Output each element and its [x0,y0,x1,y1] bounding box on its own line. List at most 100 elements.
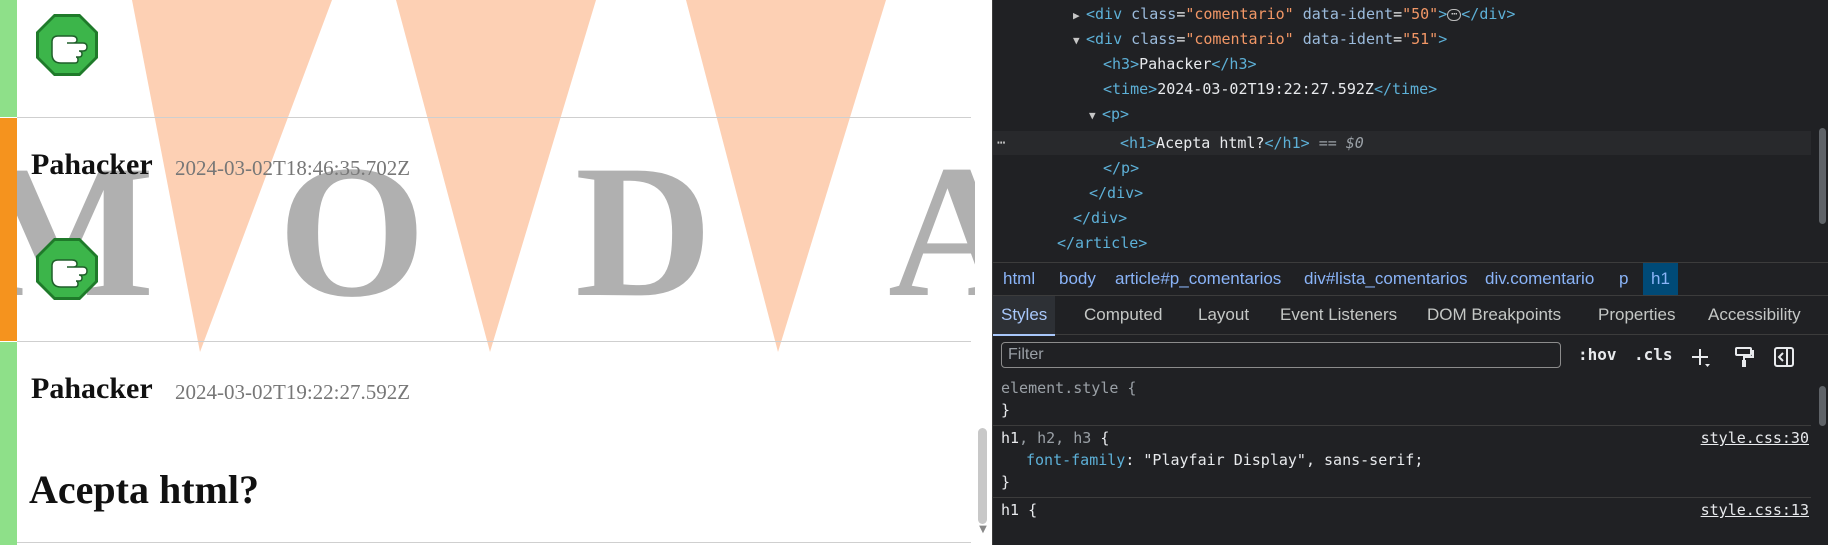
tab-computed[interactable]: Computed [1084,296,1162,334]
breadcrumb-h1[interactable]: h1 [1643,263,1678,295]
dom-node-h1-selected[interactable]: <h1>Acepta html?</h1> == $0 [1120,131,1364,155]
attr-value: "51" [1402,30,1439,48]
comment-timestamp: 2024-03-02T19:22:27.592Z [175,380,411,404]
background-letter: E [150,0,284,135]
matched-selector: h1 [1001,429,1020,447]
rule-divider [993,425,1811,426]
breadcrumb-p[interactable]: p [1611,263,1636,295]
attr-value: "comentario" [1185,30,1294,48]
background-letter: C [430,0,575,135]
dom-node-div-50[interactable]: ▶ <div class="comentario" data-ident="50"… [1073,2,1515,26]
node-actions-ellipsis-icon[interactable]: ⋯ [997,131,1005,155]
styles-scrollbar-thumb[interactable] [1819,386,1826,426]
tag-close: </h1> [1264,134,1310,152]
breadcrumb-article[interactable]: article#p_comentarios [1107,263,1289,295]
tag-close: </time> [1373,80,1438,98]
hover-state-toggle[interactable]: :hov [1578,342,1617,368]
tab-layout[interactable]: Layout [1198,296,1249,334]
toggle-sidebar-icon[interactable] [1773,344,1795,370]
text-node: Acepta html? [1156,134,1265,152]
attr-name: class [1131,30,1177,48]
tab-accessibility[interactable]: Accessibility [1708,296,1801,334]
dom-node-p[interactable]: ▼ <p> [1089,102,1129,126]
open-brace: { [1091,429,1110,447]
dom-tree-scrollbar-thumb[interactable] [1819,128,1826,224]
breadcrumb-div-comentario[interactable]: div.comentario [1477,263,1602,295]
tab-styles[interactable]: Styles [993,296,1056,336]
rule-selector-h1-h2-h3[interactable]: h1, h2, h3 { [1001,426,1109,450]
sidebar-tabs: Styles Computed Layout Event Listeners D… [993,296,1828,336]
elements-dom-tree: ⋯ ▶ <div class="comentario" data-ident="5… [993,0,1828,258]
comment-separator [17,341,971,342]
comment-stripe [0,0,17,117]
styles-filter-input[interactable] [1001,342,1561,368]
dom-node-p-close[interactable]: </p> [1103,156,1139,180]
source-link[interactable]: style.css:30 [1701,426,1809,450]
comment-separator [17,542,971,543]
comment-stripe [0,342,17,545]
tab-event-listeners[interactable]: Event Listeners [1280,296,1397,334]
source-link[interactable]: style.css:13 [1701,498,1809,522]
console-ref-marker: == $0 [1318,134,1364,152]
attr-name: data-ident [1302,5,1394,23]
background-letter: D [575,127,713,337]
collapse-triangle-icon[interactable]: ▼ [1073,29,1086,53]
comment-author: Pahacker [31,148,153,181]
comment-author: Pahacker [31,372,153,405]
collapse-triangle-icon[interactable]: ▼ [1089,104,1102,128]
rule-divider [993,497,1811,498]
dom-node-article-close[interactable]: </article> [1057,231,1147,255]
tag-name: <div [1086,5,1123,23]
hand-icon [36,14,98,76]
rule-selector-h1[interactable]: h1 { [1001,498,1037,522]
rule-close-brace: } [1001,473,1011,491]
comment-timestamp: 2024-03-02T18:46:35.702Z [175,156,411,180]
attr-value: "50" [1402,5,1439,23]
breadcrumb-body[interactable]: body [1051,263,1104,295]
element-breadcrumbs: html body article#p_comentarios div#list… [993,262,1828,296]
css-property-value: : "Playfair Display", sans-serif; [1125,451,1424,469]
styles-rules-list: element.style { } h1, h2, h3 { style.css… [993,376,1828,545]
page-scrollbar-thumb[interactable] [978,428,987,524]
dom-node-div-close[interactable]: </div> [1089,181,1143,205]
new-style-rule-icon[interactable] [1690,345,1712,371]
comment-stripe [0,118,17,341]
tag-close: </div> [1461,5,1516,23]
tag-open: <time> [1103,80,1158,98]
tag-close: </h3> [1211,55,1257,73]
attr-name: class [1131,5,1177,23]
comment-separator [17,117,971,118]
dom-node-time[interactable]: <time>2024-03-02T19:22:27.592Z</time> [1103,77,1437,101]
text-node: 2024-03-02T19:22:27.592Z [1157,80,1374,98]
css-declaration[interactable]: font-family: "Playfair Display", sans-se… [1026,448,1423,472]
element-style-selector[interactable]: element.style { [1001,376,1136,400]
attr-name: data-ident [1302,30,1394,48]
background-letter: O [712,0,868,135]
dom-node-div-close[interactable]: </div> [1073,206,1127,230]
comment-message: Acepta html? [29,467,259,512]
text-node: Pahacker [1139,55,1212,73]
collapsed-children-ellipsis-icon[interactable]: ⋯ [1447,8,1462,21]
devtools-panel: ⋯ ▶ <div class="comentario" data-ident="5… [992,0,1828,545]
breadcrumb-lista-comentarios[interactable]: div#lista_comentarios [1296,263,1475,295]
selected-dom-node-highlight [993,131,1811,155]
page-viewport: E C O M O D A Pahacker 2024-03-02T18:46:… [0,0,992,545]
dom-node-div-51[interactable]: ▼ <div class="comentario" data-ident="51"… [1073,27,1447,51]
expand-triangle-icon[interactable]: ▶ [1073,4,1086,28]
hand-icon [36,238,98,300]
styles-toolbar: :hov .cls [993,335,1828,375]
tag-name: <div [1086,30,1123,48]
tag-open: <p> [1102,105,1130,123]
tab-dom-breakpoints[interactable]: DOM Breakpoints [1427,296,1561,334]
class-toggle[interactable]: .cls [1634,342,1673,368]
css-property-name: font-family [1026,451,1126,469]
rule-close-brace: } [1001,401,1011,419]
breadcrumb-html[interactable]: html [995,263,1043,295]
paint-roller-icon[interactable] [1733,344,1755,370]
tag-open: <h3> [1103,55,1140,73]
attr-value: "comentario" [1185,5,1294,23]
tab-properties[interactable]: Properties [1598,296,1675,334]
scroll-down-arrow-icon[interactable]: ▼ [977,524,989,538]
dom-node-h3[interactable]: <h3>Pahacker</h3> [1103,52,1257,76]
unmatched-selector: , h2, h3 [1019,429,1092,447]
